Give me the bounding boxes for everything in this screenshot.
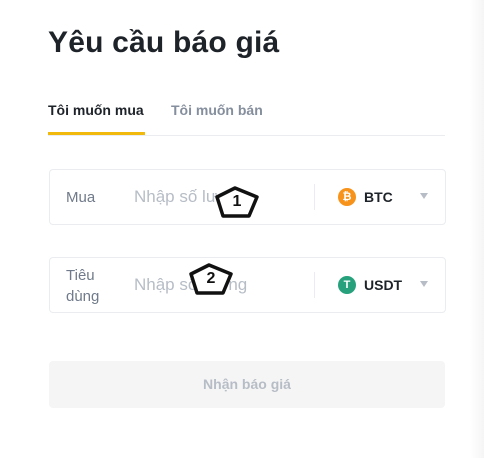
buy-coin-symbol: BTC <box>364 189 393 205</box>
active-tab-indicator <box>48 132 145 135</box>
tab-buy[interactable]: Tôi muốn mua <box>48 102 144 118</box>
tether-icon: T <box>338 276 356 294</box>
buy-sell-tabs: Tôi muốn mua Tôi muốn bán <box>48 102 445 136</box>
step-marker-1: 1 <box>213 185 261 219</box>
marker-label: 2 <box>206 270 216 287</box>
get-quote-button[interactable]: Nhận báo giá <box>49 361 445 408</box>
buy-field-label: Mua <box>66 189 96 206</box>
marker-label: 1 <box>232 193 242 210</box>
field-divider <box>314 184 315 210</box>
field-divider <box>314 272 315 298</box>
page-title: Yêu cầu báo giá <box>48 26 280 59</box>
spend-coin-symbol: USDT <box>364 277 403 293</box>
chevron-down-icon <box>420 193 428 199</box>
spend-field-label: Tiêu dùng <box>66 267 100 305</box>
step-marker-2: 2 <box>187 262 235 296</box>
page-edge-shade <box>470 0 484 458</box>
tab-sell[interactable]: Tôi muốn bán <box>171 102 263 118</box>
spend-coin-select[interactable]: T USDT <box>338 258 438 312</box>
buy-coin-select[interactable]: ₿ BTC <box>338 170 438 224</box>
chevron-down-icon <box>420 281 428 287</box>
spend-amount-field: Tiêu dùng T USDT <box>49 257 446 313</box>
bitcoin-icon: ₿ <box>338 188 356 206</box>
